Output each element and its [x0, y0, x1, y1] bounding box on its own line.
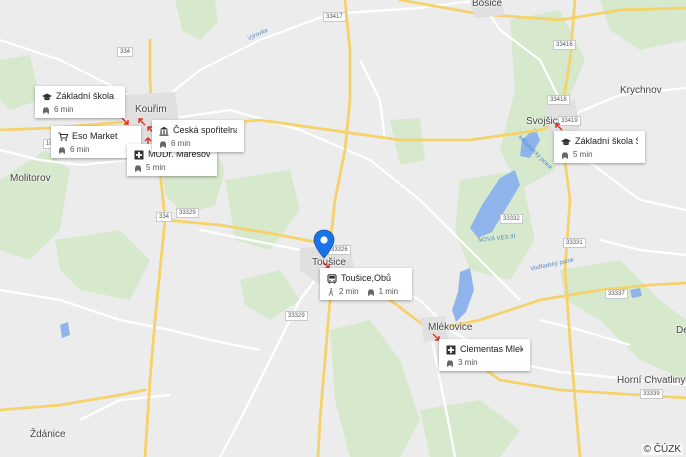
poi-card-ceska-sporitelna[interactable]: Česká spořitelna 6 min — [152, 120, 244, 152]
bus-icon — [327, 273, 337, 283]
car-icon — [43, 107, 49, 114]
medical-icon — [446, 345, 456, 354]
drive-time: 1 min — [378, 287, 399, 296]
medical-icon — [134, 150, 144, 159]
place-kourim: Kouřim — [135, 104, 167, 115]
map-copyright: © ČÚZK — [641, 444, 683, 455]
road-number: 33331 — [563, 238, 586, 248]
map-canvas[interactable] — [0, 0, 686, 457]
place-mlekovice: Mlékovice — [428, 322, 473, 333]
location-pin-icon[interactable] — [313, 229, 335, 259]
bank-icon — [159, 126, 169, 136]
walk-time: 2 min — [339, 287, 359, 296]
road-number: 334 — [117, 47, 134, 57]
poi-card-zakladni-skola[interactable]: Základní škola 6 min — [35, 86, 125, 118]
road-number: 33416 — [553, 40, 576, 50]
school-icon — [42, 93, 52, 100]
poi-name: Eso Market — [72, 131, 118, 141]
road-number: 334 — [156, 212, 173, 222]
place-de-edge: De — [676, 325, 686, 336]
car-icon — [135, 165, 141, 172]
car-icon — [160, 141, 166, 148]
poi-time: 6 min — [171, 139, 191, 148]
cart-icon — [58, 131, 68, 141]
place-zdanice: Ždánice — [30, 429, 66, 440]
place-bosice: Bošice — [472, 0, 503, 9]
poi-card-zakladni-skola-svojsice[interactable]: Základní škola Sv... 5 min — [554, 131, 645, 163]
poi-card-clementas-mleko[interactable]: Clementas Mleko... 3 min — [439, 339, 530, 371]
poi-name: Základní škola — [56, 91, 115, 101]
road-number: 33339 — [640, 389, 663, 399]
direction-arrow-icon — [555, 123, 563, 131]
place-molitorov: Molitorov — [10, 173, 51, 184]
road-number: 33329 — [176, 208, 199, 218]
car-icon — [447, 360, 453, 367]
road-number: 33329 — [285, 311, 308, 321]
poi-name: Clementas Mleko... — [460, 344, 523, 354]
walk-icon — [328, 288, 334, 296]
poi-time: 5 min — [573, 150, 593, 159]
direction-arrow-icon — [138, 118, 146, 126]
place-krychnov: Krychnov — [620, 85, 662, 96]
road-number: 33417 — [323, 12, 346, 22]
school-icon — [561, 138, 571, 145]
place-horni-chvatliny: Horní Chvatliny — [617, 375, 686, 386]
poi-time: 3 min — [458, 358, 478, 367]
poi-time: 5 min — [146, 163, 166, 172]
car-icon — [367, 289, 374, 296]
poi-time: 6 min — [70, 145, 90, 154]
road-number: 33332 — [500, 214, 523, 224]
car-icon — [562, 152, 568, 159]
selected-name: Toušice,Obů — [341, 273, 392, 283]
road-number: 33418 — [547, 95, 570, 105]
direction-arrow-icon — [121, 117, 129, 125]
road-number: 33337 — [605, 289, 628, 299]
car-icon — [59, 147, 65, 154]
poi-time: 6 min — [54, 105, 74, 114]
selected-location-card[interactable]: Toušice,Obů 2 min 1 min — [320, 268, 412, 300]
poi-name: Česká spořitelna — [173, 125, 237, 135]
poi-name: Základní škola Sv... — [575, 136, 638, 146]
